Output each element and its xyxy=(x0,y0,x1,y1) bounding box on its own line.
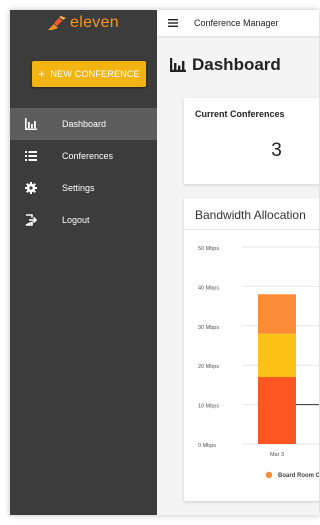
brand-logo[interactable]: eleven xyxy=(10,10,157,36)
sidebar-item-label: Logout xyxy=(62,215,90,225)
bandwidth-chart: 0 Mbps 10 Mbps 20 Mbps 30 Mbps 40 Mbps 50 Mbp… xyxy=(198,246,319,479)
page-title: Dashboard xyxy=(170,54,281,76)
plus-icon: + xyxy=(38,67,46,81)
sidebar-item-dashboard[interactable]: Dashboard xyxy=(10,108,157,140)
page-title-text: Dashboard xyxy=(192,55,281,74)
bar-segment xyxy=(258,377,296,444)
logout-icon xyxy=(25,214,37,226)
legend-marker xyxy=(265,471,273,479)
y-tick-label: 50 Mbps xyxy=(198,246,219,252)
y-tick-label: 20 Mbps xyxy=(198,364,219,370)
current-conferences-card: Current Conferences 3 xyxy=(184,98,319,184)
y-tick-label: 30 Mbps xyxy=(198,325,219,331)
sidebar-item-settings[interactable]: Settings xyxy=(10,172,157,204)
current-conferences-count: 3 xyxy=(271,140,282,161)
x-tick-label: Mar 3 xyxy=(270,452,284,458)
bar-segment xyxy=(258,294,296,334)
bandwidth-card: Bandwidth Allocation 0 Mbps 10 Mbps 20 Mbp… xyxy=(184,198,319,501)
legend-label: Board Room Co xyxy=(278,473,319,479)
y-tick-label: 0 Mbps xyxy=(198,443,216,449)
bar-segment xyxy=(258,333,296,378)
sidebar-nav: Dashboard Conferences Settings Logout xyxy=(10,108,157,236)
gear-icon xyxy=(25,182,37,194)
sidebar-item-label: Settings xyxy=(62,183,95,193)
top-bar: Conference Manager xyxy=(157,10,319,36)
app-window: eleven + NEW CONFERENCE Dashboard Confer… xyxy=(10,10,319,515)
sidebar: eleven + NEW CONFERENCE Dashboard Confer… xyxy=(10,10,157,515)
bar-chart-icon xyxy=(25,118,37,130)
sidebar-item-logout[interactable]: Logout xyxy=(10,204,157,236)
list-icon xyxy=(25,151,37,161)
sidebar-item-conferences[interactable]: Conferences xyxy=(10,140,157,172)
sidebar-item-label: Dashboard xyxy=(62,119,107,129)
hamburger-menu-icon[interactable] xyxy=(168,19,178,27)
y-tick-label: 10 Mbps xyxy=(198,404,219,410)
logo-text: eleven xyxy=(70,14,119,31)
bar-chart-icon xyxy=(170,58,186,72)
logo-icon xyxy=(48,16,67,30)
y-tick-label: 40 Mbps xyxy=(198,285,219,291)
app-title: Conference Manager xyxy=(194,18,279,28)
new-conference-label: NEW CONFERENCE xyxy=(50,69,140,79)
card-title: Current Conferences xyxy=(195,109,285,119)
new-conference-button[interactable]: + NEW CONFERENCE xyxy=(32,61,146,87)
sidebar-item-label: Conferences xyxy=(62,151,114,161)
